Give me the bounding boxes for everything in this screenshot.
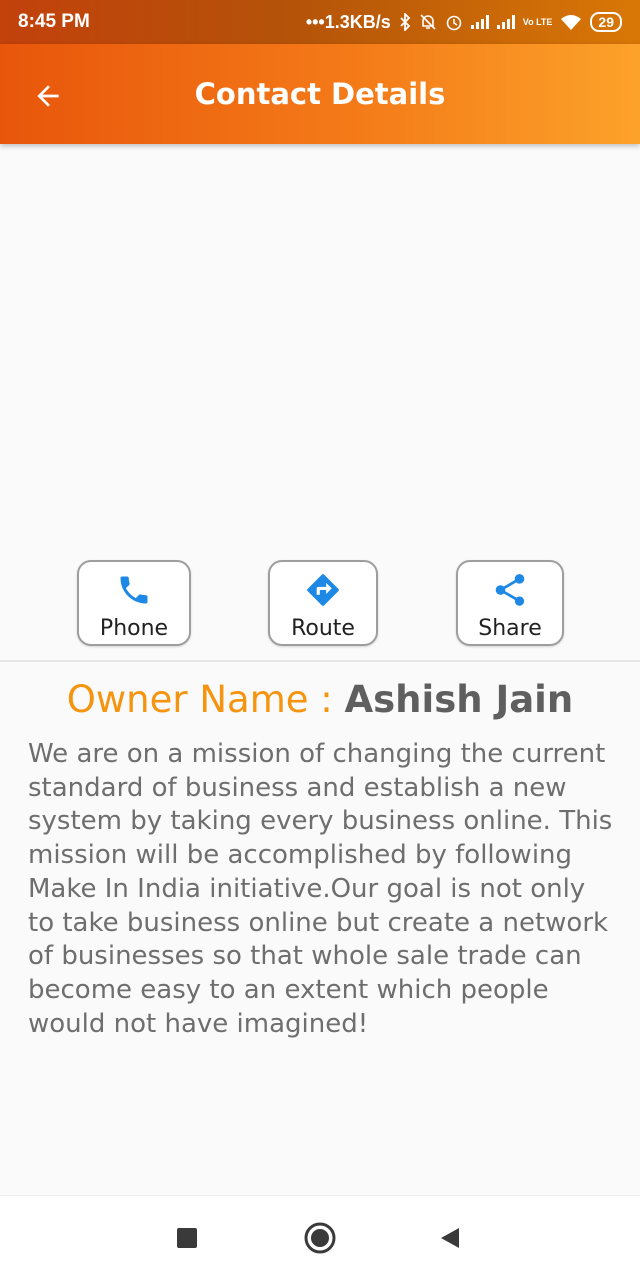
signal-icon-1 xyxy=(470,15,489,29)
route-button[interactable]: Route xyxy=(268,560,378,646)
route-button-label: Route xyxy=(291,616,355,641)
back-button[interactable] xyxy=(26,74,70,118)
battery-icon: 29 xyxy=(590,12,622,32)
status-bar: 8:45 PM •••1.3KB/s Vo LTE 29 xyxy=(0,0,640,44)
phone-button-label: Phone xyxy=(99,616,169,641)
page-title: Contact Details xyxy=(194,77,446,111)
directions-icon xyxy=(303,570,343,610)
mute-bell-icon xyxy=(420,14,436,30)
system-nav-bar xyxy=(0,1195,640,1280)
phone-icon xyxy=(114,570,154,610)
wifi-icon xyxy=(561,15,582,30)
home-button[interactable] xyxy=(298,1216,342,1260)
volte-icon: Vo LTE xyxy=(522,16,553,27)
recents-button[interactable] xyxy=(165,1216,209,1260)
owner-name: Ashish Jain xyxy=(344,678,574,721)
owner-heading: Owner Name : Ashish Jain xyxy=(0,678,640,721)
phone-button[interactable]: Phone xyxy=(77,560,191,646)
nav-back-button[interactable] xyxy=(428,1216,472,1260)
share-button[interactable]: Share xyxy=(456,560,564,646)
network-speed: •••1.3KB/s xyxy=(305,11,391,32)
action-row: Phone Route Share xyxy=(0,560,640,648)
app-bar: Contact Details xyxy=(0,44,640,144)
status-time: 8:45 PM xyxy=(18,11,90,32)
share-icon xyxy=(490,570,530,610)
status-icons: •••1.3KB/s Vo LTE 29 xyxy=(306,12,622,33)
business-description: We are on a mission of changing the curr… xyxy=(28,739,613,1039)
alarm-icon xyxy=(446,15,462,31)
share-button-label: Share xyxy=(478,616,542,641)
owner-label: Owner Name : xyxy=(66,678,345,721)
circle-icon xyxy=(304,1222,336,1254)
divider xyxy=(0,660,640,662)
arrow-left-icon xyxy=(37,85,59,107)
signal-icon-2 xyxy=(496,15,515,29)
triangle-back-icon xyxy=(441,1228,459,1248)
bluetooth-icon xyxy=(400,13,411,31)
square-icon xyxy=(177,1228,197,1248)
